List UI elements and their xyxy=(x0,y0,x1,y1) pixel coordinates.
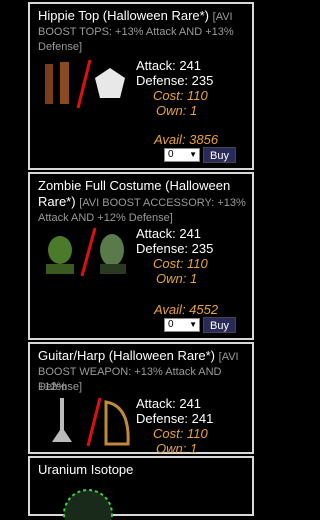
attack-stat: Attack: 241 xyxy=(136,396,202,411)
cost-stat: Cost: 110 xyxy=(153,426,208,441)
defense-stat: Defense: 235 xyxy=(136,73,214,88)
item-card-uranium-isotope: Uranium Isotope xyxy=(28,456,254,520)
quantity-select[interactable]: 0 ▼ xyxy=(164,318,200,332)
defense-stat: Defense: 235 xyxy=(136,241,214,256)
item-card-guitar-harp: Guitar/Harp (Halloween Rare*) [AVI BOOST… xyxy=(28,342,254,456)
own-stat: Own: 1 xyxy=(156,441,198,456)
avail-stat: Avail: 4552 xyxy=(154,302,219,317)
item-card-hippie-top: Hippie Top (Halloween Rare*) [AVI BOOST … xyxy=(28,2,254,170)
item-description: Attack AND +12% Defense] xyxy=(38,212,173,224)
item-description: Defense] xyxy=(38,41,83,53)
chevron-down-icon: ▼ xyxy=(189,320,197,329)
harp-icon xyxy=(104,400,130,446)
zombie-head-icon xyxy=(48,236,72,264)
attack-stat: Attack: 241 xyxy=(136,58,202,73)
defense-stat: Defense: 241 xyxy=(136,411,214,426)
uranium-isotope-icon xyxy=(63,489,113,520)
item-images xyxy=(40,58,140,113)
item-card-zombie-costume: Zombie Full Costume (Halloween Rare*) [A… xyxy=(28,172,254,340)
quantity-select[interactable]: 0 ▼ xyxy=(164,148,200,162)
attack-stat: Attack: 241 xyxy=(136,226,202,241)
item-images xyxy=(40,396,140,451)
item-title: Hippie Top (Halloween Rare*) [AVI xyxy=(38,8,233,23)
buy-button[interactable]: Buy xyxy=(203,317,236,333)
zombie-female-icon xyxy=(100,234,124,266)
item-description: Defense] xyxy=(38,381,83,393)
item-title: Guitar/Harp (Halloween Rare*) [AVI xyxy=(38,348,239,363)
pants-icon xyxy=(45,64,53,104)
own-stat: Own: 1 xyxy=(156,271,198,286)
cost-stat: Cost: 110 xyxy=(153,88,208,103)
item-images xyxy=(40,226,140,281)
item-title: Zombie Full Costume (Halloween Rare*) [A… xyxy=(38,178,246,209)
buy-button[interactable]: Buy xyxy=(203,147,236,163)
item-description: BOOST TOPS: +13% Attack AND +13% xyxy=(38,26,234,38)
avail-stat: Avail: 3856 xyxy=(154,132,219,147)
guitar-icon xyxy=(52,398,72,442)
shirt-icon xyxy=(95,68,125,98)
item-title: Uranium Isotope xyxy=(38,462,134,477)
chevron-down-icon: ▼ xyxy=(189,150,197,159)
own-stat: Own: 1 xyxy=(156,103,198,118)
cost-stat: Cost: 110 xyxy=(153,256,208,271)
